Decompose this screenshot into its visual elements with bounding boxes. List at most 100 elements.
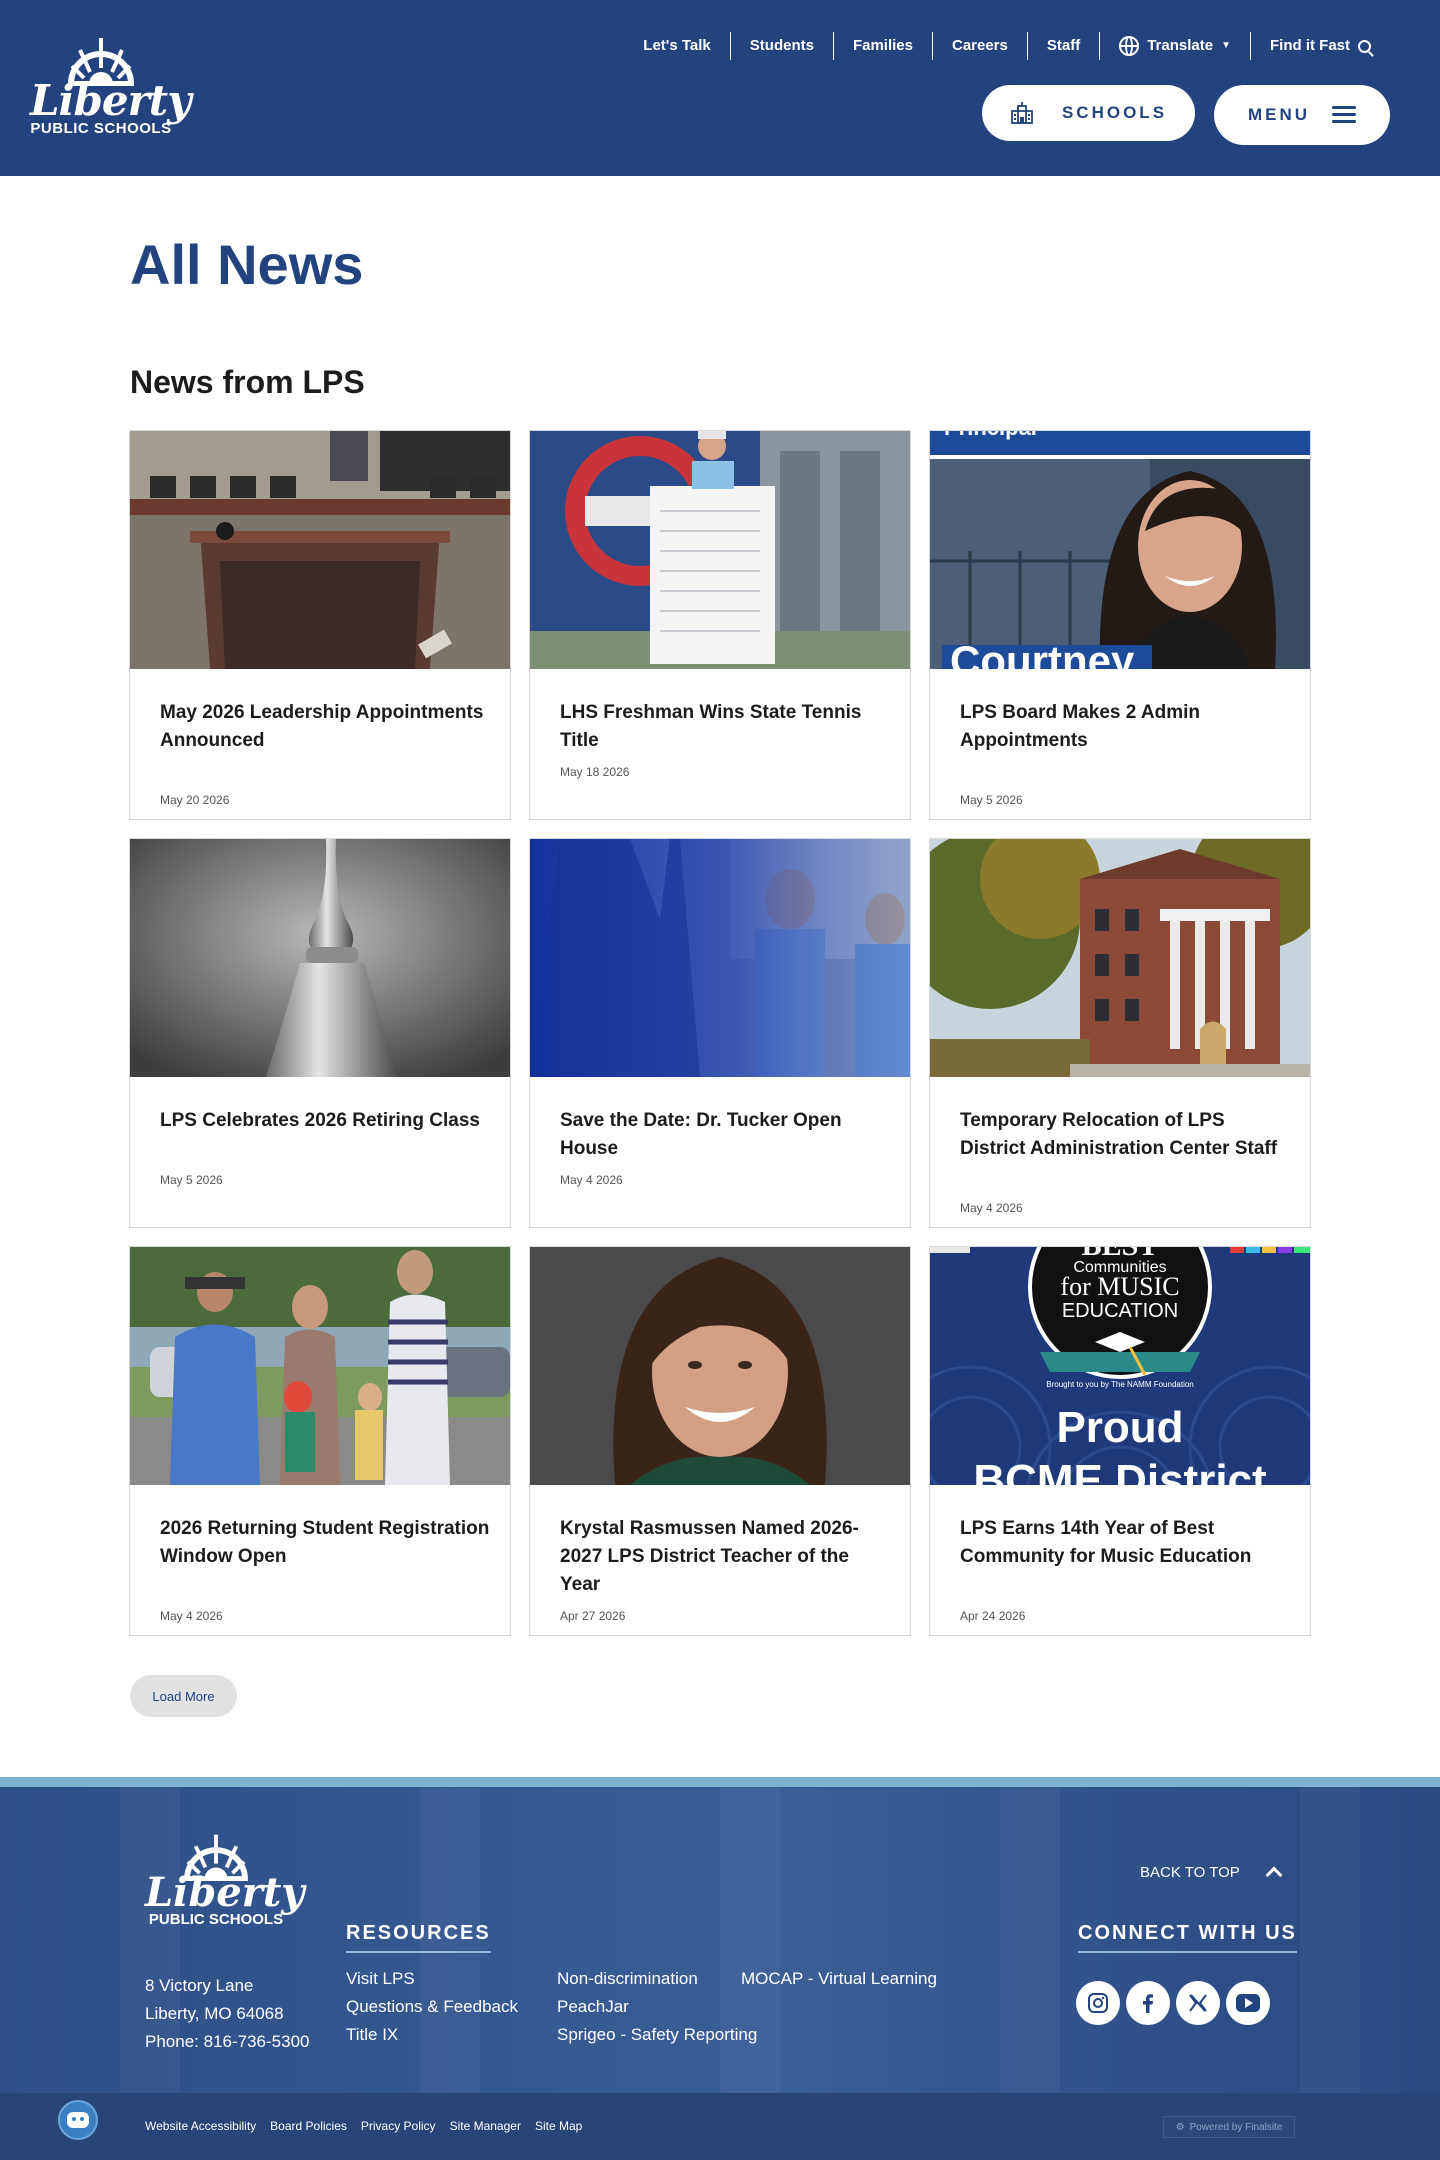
- resource-link[interactable]: Non-discrimination: [557, 1969, 698, 1989]
- badge-namm-text: Brought to you by The NAMM Foundation: [1046, 1380, 1194, 1389]
- back-to-top-label: BACK TO TOP: [1140, 1863, 1240, 1881]
- news-image-boardroom: [130, 431, 510, 669]
- search-icon: [1358, 39, 1371, 53]
- load-more-button[interactable]: Load More: [130, 1675, 237, 1717]
- news-date: May 18 2026: [560, 765, 630, 779]
- news-title[interactable]: 2026 Returning Student Registration Wind…: [160, 1515, 490, 1571]
- news-title[interactable]: Save the Date: Dr. Tucker Open House: [560, 1107, 890, 1163]
- news-title[interactable]: LPS Celebrates 2026 Retiring Class: [160, 1107, 490, 1135]
- find-it-fast-button[interactable]: Find it Fast: [1250, 32, 1390, 60]
- news-card[interactable]: Krystal Rasmussen Named 2026-2027 LPS Di…: [529, 1246, 911, 1636]
- news-card[interactable]: BEST Communities for MUSIC EDUCATION Bro…: [929, 1246, 1311, 1636]
- schools-label: SCHOOLS: [1061, 103, 1168, 122]
- nav-label: Students: [749, 37, 814, 54]
- globe-icon: [1119, 36, 1140, 56]
- nav-label: Careers: [951, 37, 1008, 54]
- site-map-link[interactable]: Site Map: [535, 2119, 582, 2133]
- accessibility-widget-button[interactable]: [58, 2100, 98, 2140]
- news-date: May 4 2026: [160, 1609, 223, 1623]
- news-image-teacher-portrait: [530, 1247, 910, 1485]
- address-block: 8 Victory Lane Liberty, MO 64068 Phone: …: [145, 1972, 309, 2056]
- image-caption-principal: Principal: [944, 431, 1037, 440]
- news-card[interactable]: Courtney Principal LPS Board Makes 2 Adm…: [929, 430, 1311, 820]
- news-card[interactable]: May 2026 Leadership Appointments Announc…: [129, 430, 511, 820]
- badge-music-text: for MUSIC: [1060, 1272, 1179, 1301]
- back-to-top-button[interactable]: BACK TO TOP: [1140, 1863, 1283, 1884]
- nav-label: Find it Fast: [1270, 37, 1350, 54]
- nav-students[interactable]: Students: [729, 32, 833, 60]
- news-image-admin-portrait: Courtney Principal: [930, 431, 1310, 669]
- news-title[interactable]: Temporary Relocation of LPS District Adm…: [960, 1107, 1290, 1163]
- menu-label: MENU: [1247, 105, 1311, 124]
- news-date: May 4 2026: [560, 1173, 623, 1187]
- news-date: Apr 27 2026: [560, 1609, 626, 1623]
- x-twitter-icon[interactable]: [1176, 1981, 1220, 2025]
- nav-families[interactable]: Families: [832, 32, 932, 60]
- news-title[interactable]: May 2026 Leadership Appointments Announc…: [160, 699, 490, 755]
- news-card[interactable]: LPS Celebrates 2026 Retiring Class May 5…: [129, 838, 511, 1228]
- logo-wordmark: Liberty: [30, 76, 192, 125]
- news-card[interactable]: LHS Freshman Wins State Tennis Title May…: [529, 430, 911, 820]
- nav-careers[interactable]: Careers: [931, 32, 1027, 60]
- school-building-icon: [1011, 102, 1033, 124]
- section-title: News from LPS: [130, 364, 365, 400]
- powered-by-badge[interactable]: ⚙ Powered by Finalsite: [1163, 2116, 1295, 2138]
- instagram-icon[interactable]: [1076, 1981, 1120, 2025]
- news-title[interactable]: Krystal Rasmussen Named 2026-2027 LPS Di…: [560, 1515, 890, 1599]
- translate-dropdown[interactable]: Translate ▼: [1099, 32, 1250, 60]
- hamburger-icon: [1332, 106, 1357, 124]
- logo-subtext: PUBLIC SCHOOLS: [30, 120, 172, 137]
- news-date: May 20 2026: [160, 793, 230, 807]
- news-title[interactable]: LPS Earns 14th Year of Best Community fo…: [960, 1515, 1290, 1571]
- district-logo[interactable]: Liberty PUBLIC SCHOOLS: [30, 28, 192, 142]
- resource-link[interactable]: MOCAP - Virtual Learning: [741, 1969, 937, 1989]
- menu-button[interactable]: MENU: [1214, 85, 1390, 145]
- resource-link[interactable]: Title IX: [346, 2025, 398, 2045]
- connect-heading: CONNECT WITH US: [1078, 1922, 1297, 1953]
- news-card[interactable]: Temporary Relocation of LPS District Adm…: [929, 838, 1311, 1228]
- address-phone[interactable]: Phone: 816-736-5300: [145, 2028, 309, 2056]
- resource-link[interactable]: PeachJar: [557, 1997, 629, 2017]
- chevron-down-icon: ▼: [1221, 40, 1231, 51]
- news-date: Apr 24 2026: [960, 1609, 1026, 1623]
- site-header: Liberty PUBLIC SCHOOLS Let's Talk Studen…: [0, 0, 1440, 176]
- resource-link[interactable]: Sprigeo - Safety Reporting: [557, 2025, 757, 2045]
- news-title[interactable]: LPS Board Makes 2 Admin Appointments: [960, 699, 1290, 755]
- website-accessibility-link[interactable]: Website Accessibility: [145, 2119, 256, 2133]
- footer-logo-wordmark: Liberty: [145, 1869, 305, 1916]
- nav-label: Translate: [1147, 37, 1214, 54]
- resource-link[interactable]: Questions & Feedback: [346, 1997, 518, 2017]
- site-manager-link[interactable]: Site Manager: [450, 2119, 521, 2133]
- privacy-policy-link[interactable]: Privacy Policy: [361, 2119, 436, 2133]
- news-title[interactable]: LHS Freshman Wins State Tennis Title: [560, 699, 890, 755]
- resource-link[interactable]: Visit LPS: [346, 1969, 415, 1989]
- page-title: All News: [130, 233, 364, 296]
- address-city: Liberty, MO 64068: [145, 2004, 284, 2023]
- powered-by-label: Powered by Finalsite: [1189, 2121, 1283, 2133]
- news-image-registration: [130, 1247, 510, 1485]
- footer-logo[interactable]: Liberty PUBLIC SCHOOLS: [145, 1825, 305, 1935]
- news-date: May 5 2026: [960, 793, 1023, 807]
- nav-label: Staff: [1046, 37, 1081, 54]
- nav-lets-talk[interactable]: Let's Talk: [624, 32, 729, 60]
- legal-links: Website Accessibility Board Policies Pri…: [145, 2119, 582, 2133]
- news-image-bcme-badge: BEST Communities for MUSIC EDUCATION Bro…: [930, 1247, 1310, 1485]
- badge-district-text: BCME District: [973, 1456, 1267, 1485]
- facebook-icon[interactable]: [1126, 1981, 1170, 2025]
- news-card[interactable]: 2026 Returning Student Registration Wind…: [129, 1246, 511, 1636]
- news-card[interactable]: Save the Date: Dr. Tucker Open House May…: [529, 838, 911, 1228]
- news-image-open-house: [530, 839, 910, 1077]
- badge-education-text: EDUCATION: [1062, 1300, 1178, 1322]
- news-date: May 4 2026: [960, 1201, 1023, 1215]
- footer-logo-subtext: PUBLIC SCHOOLS: [148, 1911, 284, 1928]
- news-image-admin-building: [930, 839, 1310, 1077]
- site-footer: Liberty PUBLIC SCHOOLS 8 Victory Lane Li…: [0, 1787, 1440, 2093]
- youtube-icon[interactable]: [1226, 1981, 1270, 2025]
- schools-button[interactable]: SCHOOLS: [982, 85, 1195, 141]
- nav-staff[interactable]: Staff: [1026, 32, 1099, 60]
- board-policies-link[interactable]: Board Policies: [270, 2119, 347, 2133]
- finalsite-icon: ⚙: [1175, 2121, 1185, 2133]
- nav-label: Families: [852, 37, 913, 54]
- news-date: May 5 2026: [160, 1173, 223, 1187]
- resources-heading: RESOURCES: [346, 1922, 491, 1953]
